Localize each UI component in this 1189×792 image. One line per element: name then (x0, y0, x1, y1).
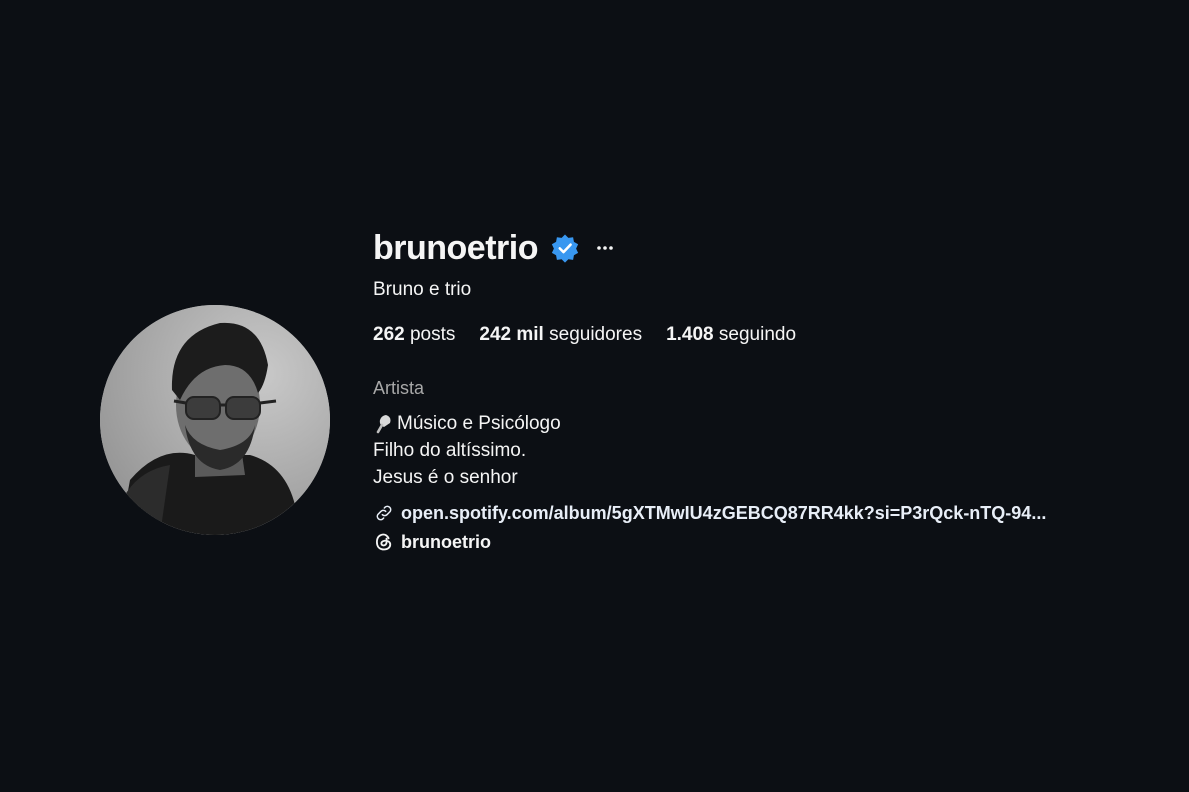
threads-username: brunoetrio (401, 531, 491, 552)
profile-avatar[interactable] (100, 305, 330, 535)
posts-count: 262 (373, 324, 405, 345)
more-options-icon[interactable] (594, 238, 616, 258)
followers-label: seguidores (549, 324, 643, 345)
bio-line-2: Filho do altíssimo. (373, 440, 527, 461)
name-row: brunoetrio (373, 228, 1173, 268)
profile-username: brunoetrio (373, 228, 538, 267)
threads-icon (373, 531, 395, 553)
profile-full-name: Bruno e trio (373, 279, 472, 300)
link-icon (373, 502, 395, 524)
threads-link[interactable]: brunoetrio (373, 531, 1173, 553)
posts-label: posts (409, 324, 456, 345)
profile-category: Artista (373, 378, 425, 398)
bio-line-3: Jesus é o senhor (373, 467, 518, 488)
profile-page: brunoetrio Bruno e trio 262 posts 242 mi… (0, 0, 1189, 792)
profile-info: brunoetrio Bruno e trio 262 posts 242 mi… (373, 228, 1173, 553)
bio-line-1: Músico e Psicólogo (397, 413, 561, 434)
following-count: 1.408 (666, 324, 714, 345)
microphone-icon (373, 413, 395, 435)
bio-line: Músico e Psicólogo (373, 410, 1173, 437)
followers-stat[interactable]: 242 mil seguidores (479, 324, 642, 346)
external-link-text: open.spotify.com/album/5gXTMwIU4zGEBCQ87… (401, 502, 1047, 523)
posts-stat[interactable]: 262 posts (373, 324, 455, 346)
following-label: seguindo (718, 324, 797, 345)
following-stat[interactable]: 1.408 seguindo (666, 324, 796, 346)
verified-badge-icon (550, 233, 580, 263)
avatar-photo (100, 305, 330, 535)
profile-stats: 262 posts 242 mil seguidores 1.408 segui… (373, 324, 1173, 346)
external-link[interactable]: open.spotify.com/album/5gXTMwIU4zGEBCQ87… (373, 502, 1173, 524)
profile-bio: Músico e Psicólogo Filho do altíssimo. J… (373, 410, 1173, 491)
followers-count: 242 mil (479, 324, 544, 345)
